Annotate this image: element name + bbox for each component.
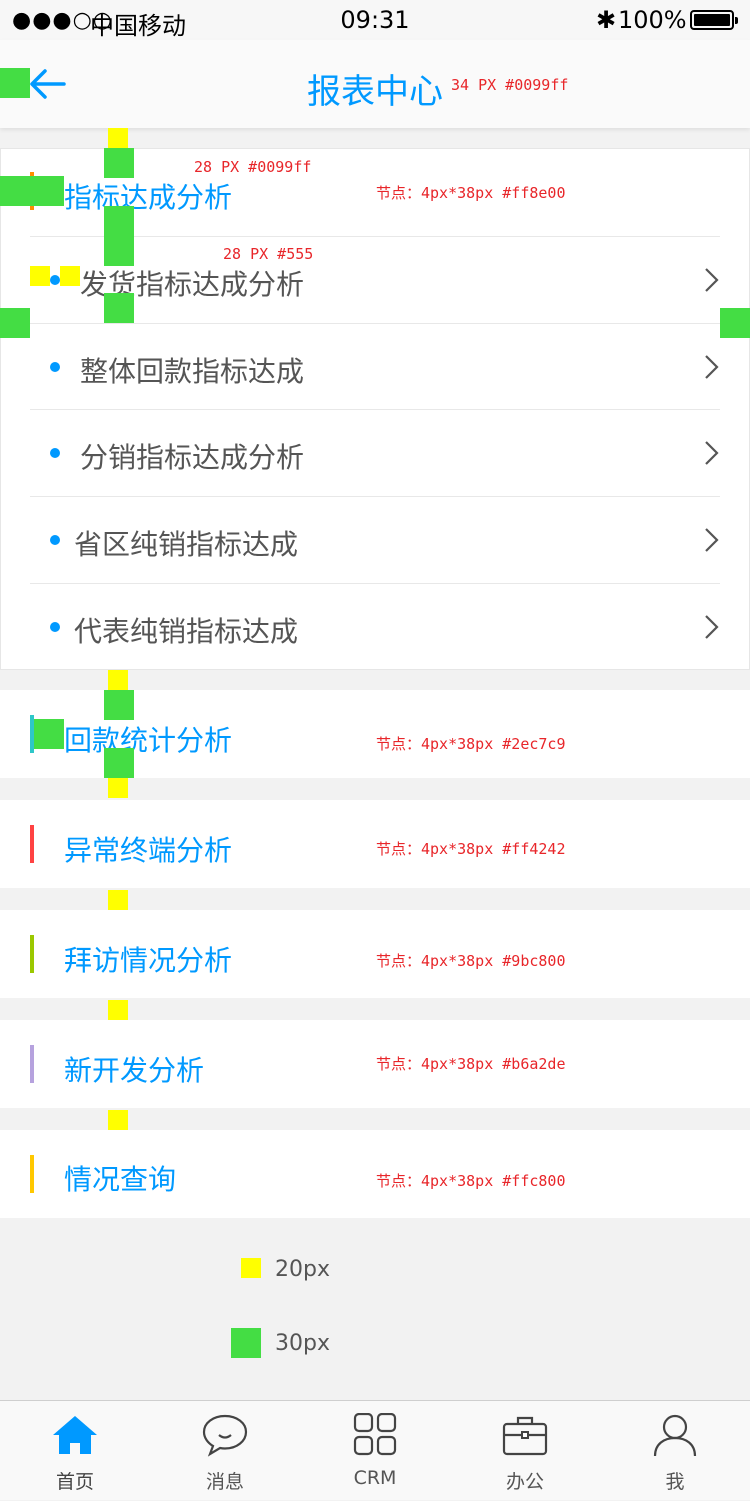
tab-label: 首页 [55, 1471, 94, 1493]
back-arrow-icon[interactable] [28, 64, 68, 104]
spacing-marker-30 [0, 68, 30, 98]
title-size-annotation: 28 PX #0099ff [194, 158, 312, 176]
section-title: 异常终端分析 [64, 834, 233, 867]
chevron-right-icon [705, 355, 719, 379]
section-note: 节点：4px*38px #b6a2de [376, 1055, 566, 1073]
spacing-marker-30 [104, 236, 134, 266]
user-icon [653, 1414, 697, 1457]
bullet-icon [50, 362, 60, 372]
tab-home[interactable]: 首页 [0, 1401, 150, 1501]
spacing-marker-30 [104, 206, 134, 236]
section-title[interactable]: 指标达成分析 [64, 176, 232, 216]
spacing-marker-30 [104, 293, 134, 323]
status-bar: ●●●○○ 中国移动 09:31 ✱ 100% [0, 0, 750, 40]
tab-label: CRM [353, 1467, 397, 1489]
chevron-right-icon [705, 441, 719, 465]
bullet-icon [50, 622, 60, 632]
spacing-marker-30 [0, 176, 64, 206]
item-size-annotation: 28 PX #555 [223, 245, 314, 263]
spacing-marker-20 [108, 1110, 128, 1130]
section-bar [30, 825, 34, 863]
spacing-marker-20 [108, 890, 128, 910]
tab-crm[interactable]: CRM [300, 1401, 450, 1501]
section-note: 节点：4px*38px #ff8e00 [376, 184, 566, 202]
home-icon [53, 1416, 97, 1454]
grid-icon [353, 1413, 397, 1456]
section-title: 情况查询 [64, 1163, 177, 1196]
chevron-right-icon [705, 268, 719, 292]
section-note: 节点：4px*38px #ff4242 [376, 840, 566, 858]
legend-yellow-swatch [241, 1258, 261, 1278]
title-annotation: 34 PX #0099ff [451, 76, 569, 94]
section-title: 拜访情况分析 [64, 944, 233, 977]
legend-green-label: 30px [275, 1331, 330, 1356]
tab-messages[interactable]: 消息 [150, 1401, 300, 1501]
list-item-label: 分销指标达成分析 [80, 441, 305, 474]
list-item[interactable]: 代表纯销指标达成 [30, 583, 720, 670]
battery-percent: 100% [618, 6, 687, 34]
section-bar [30, 1045, 34, 1083]
bullet-icon [50, 275, 60, 285]
spacing-marker-20 [108, 128, 128, 148]
page-title: 报表中心 [307, 72, 443, 112]
tab-label: 我 [665, 1471, 685, 1493]
message-icon [202, 1414, 248, 1457]
list-item-label: 省区纯销指标达成 [74, 528, 299, 561]
spacing-marker-30 [34, 719, 64, 749]
bluetooth-icon: ✱ [596, 6, 617, 34]
nav-bar: 报表中心 34 PX #0099ff [0, 40, 750, 128]
list-item-label: 整体回款指标达成 [80, 355, 305, 388]
spacing-marker-20 [60, 266, 80, 286]
battery-icon [690, 10, 738, 30]
spacing-marker-30 [104, 148, 134, 178]
chevron-right-icon [705, 528, 719, 552]
list-item[interactable]: 整体回款指标达成 [30, 323, 720, 410]
section-note: 节点：4px*38px #9bc800 [376, 952, 566, 970]
spacing-marker-20 [108, 1000, 128, 1020]
spacing-marker-30 [0, 308, 30, 338]
section-note: 节点：4px*38px #2ec7c9 [376, 735, 566, 753]
briefcase-icon [502, 1416, 548, 1456]
section-title: 回款统计分析 [64, 724, 233, 757]
tab-me[interactable]: 我 [600, 1401, 750, 1501]
section-note: 节点：4px*38px #ffc800 [376, 1172, 566, 1190]
spacing-marker-20 [108, 778, 128, 798]
section-bar [30, 935, 34, 973]
spacing-marker-30 [720, 308, 750, 338]
spacing-marker-20 [108, 670, 128, 690]
tab-office[interactable]: 办公 [450, 1401, 600, 1501]
legend-yellow-label: 20px [275, 1257, 330, 1282]
bullet-icon [50, 448, 60, 458]
chevron-right-icon [705, 615, 719, 639]
list-item-label: 代表纯销指标达成 [74, 615, 299, 648]
legend-green-swatch [231, 1328, 261, 1358]
spacing-marker-20 [30, 266, 50, 286]
section-title: 新开发分析 [64, 1054, 205, 1087]
list-item[interactable]: 分销指标达成分析 [30, 409, 720, 496]
spacing-marker-30 [104, 690, 134, 720]
tab-bar: 首页 消息 CRM 办公 我 [0, 1400, 750, 1500]
bullet-icon [50, 535, 60, 545]
spacing-marker-30 [104, 748, 134, 778]
list-item[interactable]: 省区纯销指标达成 [30, 496, 720, 583]
tab-label: 消息 [205, 1471, 244, 1493]
tab-label: 办公 [505, 1471, 544, 1493]
section-bar [30, 1155, 34, 1193]
